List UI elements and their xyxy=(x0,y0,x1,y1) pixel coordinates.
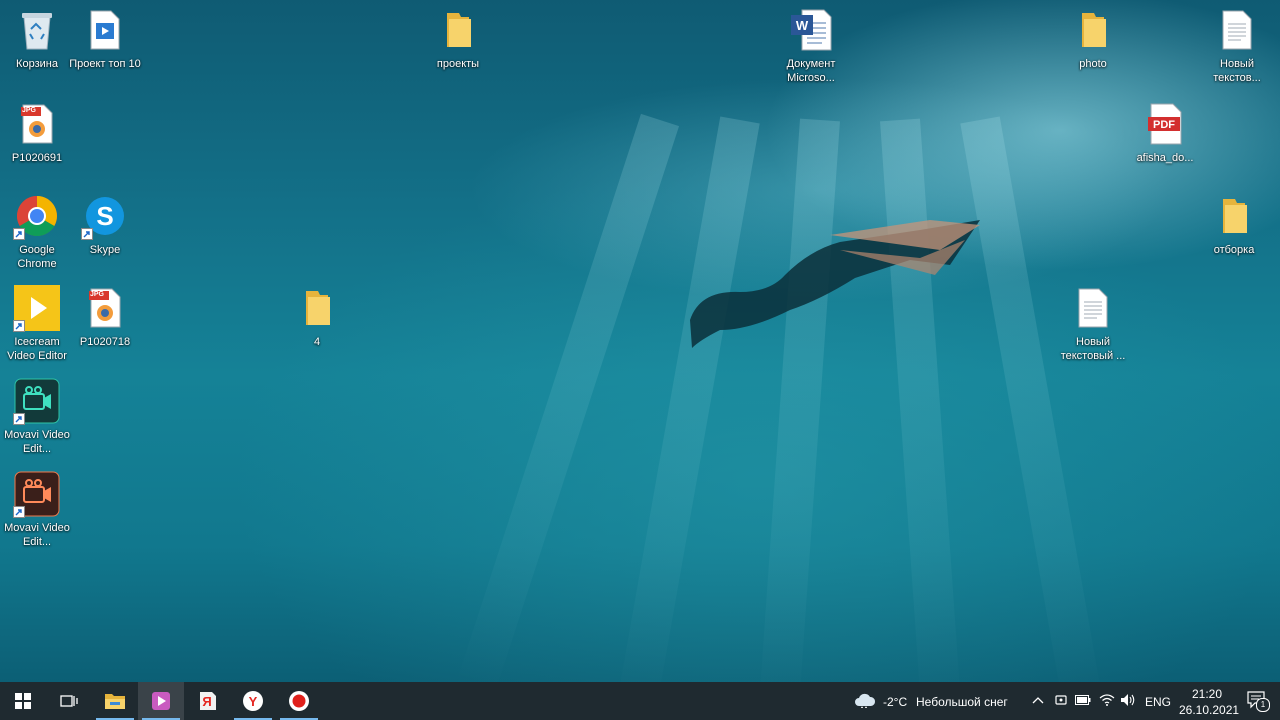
desktop-icon-label: Проект топ 10 xyxy=(69,58,141,70)
jpg-file-icon: JPG xyxy=(81,284,129,332)
input-language[interactable]: ENG xyxy=(1145,695,1171,709)
shortcut-arrow-icon xyxy=(13,506,25,518)
desktop-icon-label: Документ Microso... xyxy=(786,58,836,84)
desktop-icon-movavi-video-editor-1[interactable]: Movavi Video Edit... xyxy=(0,377,74,456)
notifications-icon[interactable]: 1 xyxy=(1246,689,1270,712)
desktop-icon-label: P1020718 xyxy=(79,336,131,348)
yandex-browser-button[interactable]: Y xyxy=(230,682,276,720)
svg-text:S: S xyxy=(96,201,113,231)
task-view-button[interactable] xyxy=(46,682,92,720)
desktop-icon-label: проекты xyxy=(436,58,480,70)
desktop-icon-folder-otborka[interactable]: отборка xyxy=(1197,192,1271,257)
desktop-icon-folder-4[interactable]: 4 xyxy=(280,284,354,349)
yandex-browser-icon: Y xyxy=(243,691,263,711)
volume-icon[interactable] xyxy=(1119,691,1137,709)
clock-date[interactable]: 26.10.2021 xyxy=(1179,703,1239,717)
desktop-icon-word-document[interactable]: W Документ Microso... xyxy=(774,6,848,85)
pdf-badge: PDF xyxy=(1153,119,1175,131)
movavi-video-editor-icon xyxy=(152,692,170,710)
desktop-icon-google-chrome[interactable]: Google Chrome xyxy=(0,192,74,271)
desktop-icon-recycle-bin[interactable]: Корзина xyxy=(0,6,74,71)
pdf-file-icon: PDF xyxy=(1141,100,1189,148)
yandex-button[interactable]: Я xyxy=(184,682,230,720)
desktop-icon-afisha-pdf[interactable]: PDF afisha_do... xyxy=(1128,100,1202,165)
screen-recorder-button[interactable] xyxy=(276,682,322,720)
video-file-icon xyxy=(81,6,129,54)
folder-icon xyxy=(1069,6,1117,54)
desktop-icon-label: Icecream Video Editor xyxy=(7,336,67,362)
desktop-icon-p1020691[interactable]: JPG P1020691 xyxy=(0,100,74,165)
movavi-taskbar-button[interactable] xyxy=(138,682,184,720)
jpg-file-icon: JPG xyxy=(13,100,61,148)
shortcut-arrow-icon xyxy=(13,320,25,332)
start-button[interactable] xyxy=(0,682,46,720)
shortcut-arrow-icon xyxy=(13,228,25,240)
battery-icon[interactable] xyxy=(1074,691,1092,709)
shortcut-arrow-icon xyxy=(81,228,93,240)
desktop-icon-new-text-document[interactable]: Новый текстовый ... xyxy=(1056,284,1130,363)
start-icon xyxy=(15,693,31,709)
desktop-icon-label: P1020691 xyxy=(11,152,63,164)
desktop-icon-label: Movavi Video Edit... xyxy=(4,522,70,548)
diver-silhouette xyxy=(690,220,980,348)
desktop-icon-movavi-video-editor-2[interactable]: Movavi Video Edit... xyxy=(0,470,74,549)
task-view-icon xyxy=(60,695,78,707)
desktop-icon-folder-proekty[interactable]: проекты xyxy=(421,6,495,71)
svg-text:W: W xyxy=(796,18,809,33)
folder-icon xyxy=(293,284,341,332)
desktop-icon-icecream-video-editor[interactable]: Icecream Video Editor xyxy=(0,284,74,363)
meet-now-icon[interactable] xyxy=(1052,691,1070,709)
desktop-icon-project-top10[interactable]: Проект топ 10 xyxy=(68,6,142,71)
text-document-icon xyxy=(1213,6,1261,54)
word-document-icon: W xyxy=(787,6,835,54)
chevron-up-icon[interactable] xyxy=(1029,691,1047,709)
wifi-icon[interactable] xyxy=(1098,691,1116,709)
recycle-bin-icon xyxy=(13,6,61,54)
folder-icon xyxy=(1210,192,1258,240)
desktop-icon-p1020718[interactable]: JPG P1020718 xyxy=(68,284,142,349)
chrome-icon xyxy=(13,192,61,240)
icecream-video-editor-icon xyxy=(13,284,61,332)
file-explorer-button[interactable] xyxy=(92,682,138,720)
desktop-wallpaper: Корзина Проект топ 10 JPG P1020691 Googl… xyxy=(0,0,1280,682)
clock-time[interactable]: 21:20 xyxy=(1192,687,1222,701)
folder-icon xyxy=(434,6,482,54)
desktop-icon-label: Google Chrome xyxy=(17,244,57,270)
notifications-count-badge: 1 xyxy=(1256,698,1270,712)
desktop-icon-skype[interactable]: S Skype xyxy=(68,192,142,257)
desktop-icon-label: afisha_do... xyxy=(1136,152,1194,164)
movavi-video-editor-icon xyxy=(13,470,61,518)
weather-cloud-icon[interactable] xyxy=(854,691,876,709)
desktop-icon-new-text-document-2[interactable]: Новый текстов... xyxy=(1200,6,1274,85)
movavi-video-editor-icon xyxy=(13,377,61,425)
desktop-icon-label: Корзина xyxy=(16,58,58,70)
svg-text:Я: Я xyxy=(202,694,211,709)
shortcut-arrow-icon xyxy=(13,413,25,425)
svg-text:Y: Y xyxy=(249,694,258,709)
desktop-icon-label: Skype xyxy=(89,244,121,256)
desktop-icon-label: Новый текстов... xyxy=(1213,58,1261,84)
desktop-icon-label: 4 xyxy=(313,336,321,348)
desktop-icon-label: photo xyxy=(1079,58,1107,70)
text-document-icon xyxy=(1069,284,1117,332)
weather-condition[interactable]: Небольшой снег xyxy=(916,695,1008,709)
file-explorer-icon xyxy=(105,694,125,709)
weather-temperature[interactable]: -2°C xyxy=(883,695,907,709)
yandex-icon: Я xyxy=(200,692,216,710)
jpg-badge: JPG xyxy=(22,107,37,114)
jpg-badge: JPG xyxy=(90,291,105,298)
desktop-icon-label: Новый текстовый ... xyxy=(1060,336,1126,362)
desktop-icon-folder-photo[interactable]: photo xyxy=(1056,6,1130,71)
desktop-icon-label: отборка xyxy=(1213,244,1255,256)
skype-icon: S xyxy=(81,192,129,240)
desktop-icon-label: Movavi Video Edit... xyxy=(4,429,70,455)
screen-recorder-icon xyxy=(289,691,309,711)
